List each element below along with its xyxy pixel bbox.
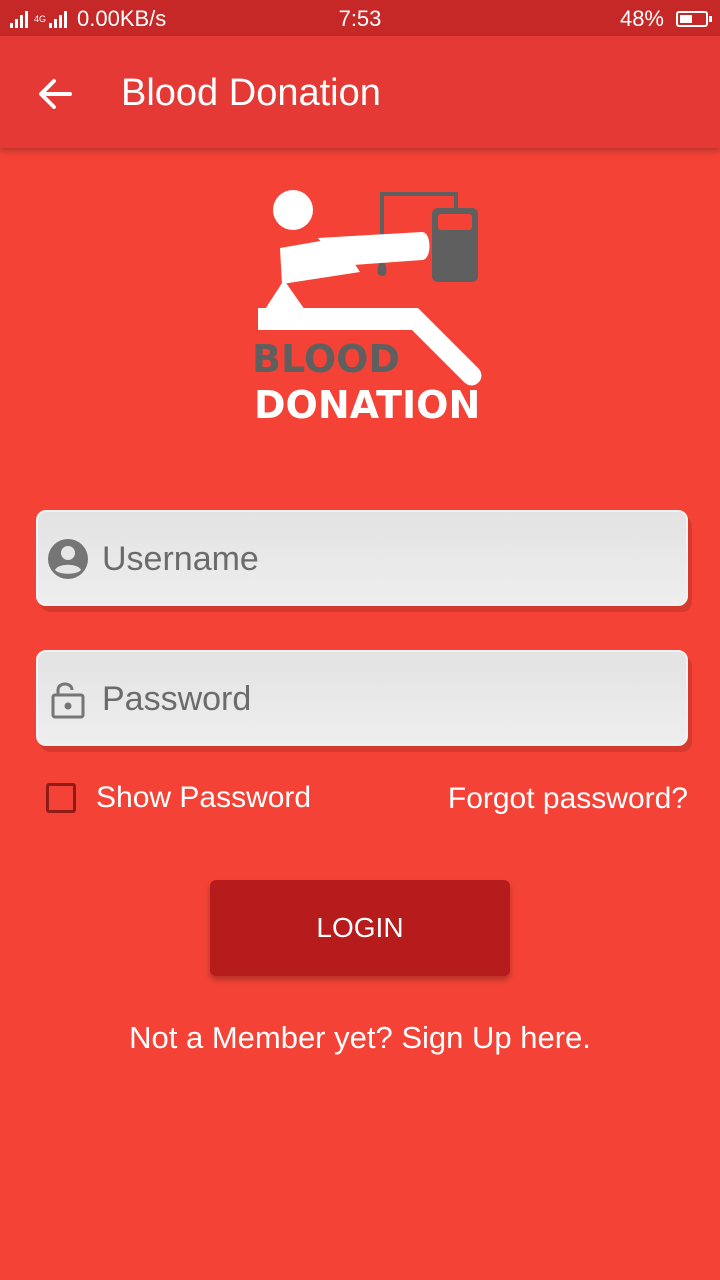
back-button[interactable] [26, 64, 86, 124]
logo-word-blood: BLOOD [252, 337, 400, 381]
username-field[interactable] [36, 510, 688, 606]
username-input[interactable] [100, 512, 674, 606]
status-right: 48% [619, 6, 712, 32]
app-bar: Blood Donation [0, 36, 720, 148]
password-field[interactable] [36, 650, 688, 746]
page-title: Blood Donation [121, 72, 381, 114]
battery-percent: 48% [619, 6, 664, 31]
login-button[interactable]: LOGIN [210, 880, 510, 976]
show-password-checkbox[interactable] [46, 783, 76, 813]
forgot-password-link[interactable]: Forgot password? [448, 782, 688, 816]
status-bar: 4G 0.00KB/s 7:53 48% [0, 0, 720, 36]
logo-word-donation: DONATION [254, 383, 480, 427]
status-time: 7:53 [338, 6, 382, 31]
account-circle-icon [48, 539, 88, 579]
blood-donation-logo: BLOOD DONATION [252, 190, 482, 427]
signup-link[interactable]: Not a Member yet? Sign Up here. [0, 1020, 720, 1056]
battery-icon [676, 11, 712, 27]
show-password-toggle[interactable]: Show Password [46, 781, 311, 815]
password-input[interactable] [100, 652, 674, 746]
show-password-label: Show Password [96, 781, 312, 814]
lock-open-icon [51, 682, 85, 719]
arrow-left-icon [39, 79, 72, 109]
